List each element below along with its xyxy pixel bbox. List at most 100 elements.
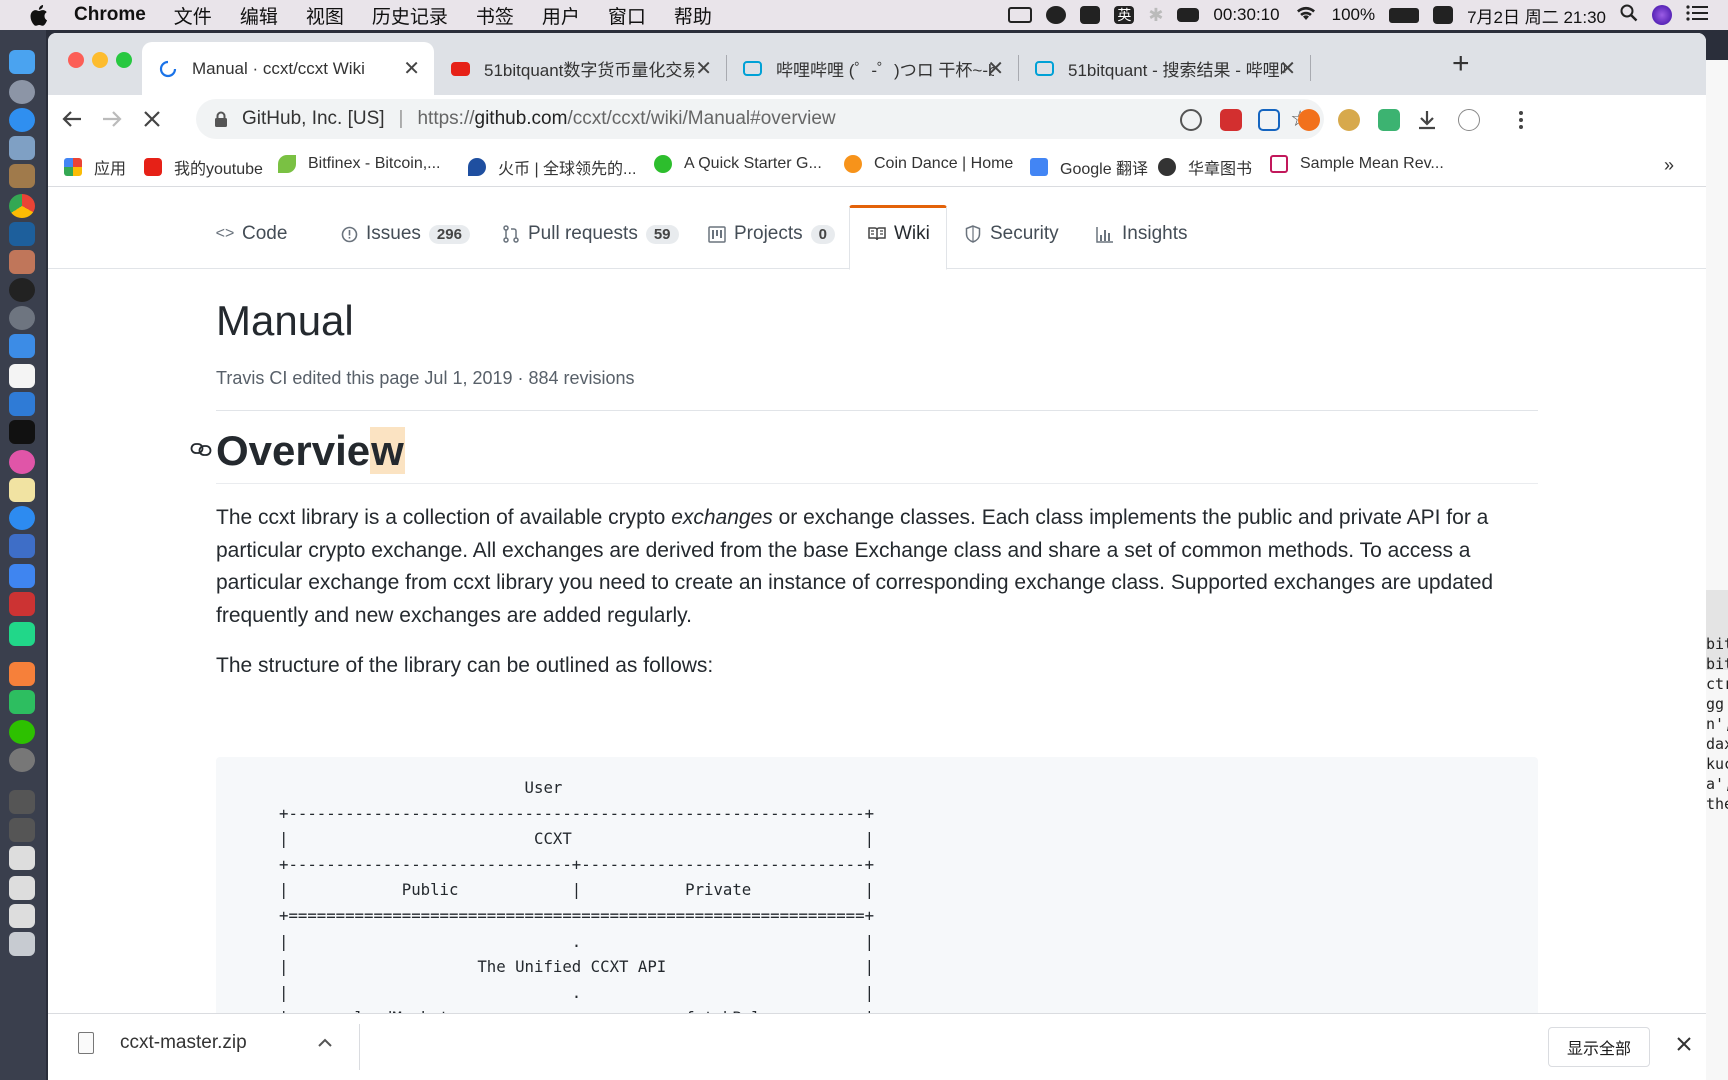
pycharm-icon[interactable] <box>9 622 35 646</box>
menu-app-name[interactable]: Chrome <box>74 4 146 26</box>
screen-record-icon[interactable] <box>1008 7 1033 23</box>
sourcetree-icon[interactable] <box>9 222 35 246</box>
back-button[interactable] <box>56 103 88 135</box>
minimized-window-5-icon[interactable] <box>9 904 35 928</box>
calculator-icon[interactable] <box>9 250 35 274</box>
chrome-menu-icon[interactable] <box>1510 109 1532 131</box>
bluetooth-icon[interactable]: ✱ <box>1148 5 1163 26</box>
bookmark-quick-starter[interactable]: A Quick Starter G... <box>654 155 822 173</box>
timer-readout[interactable]: 00:30:10 <box>1213 5 1279 25</box>
menu-file[interactable]: 文件 <box>174 2 212 29</box>
tab-code[interactable]: <> Code <box>216 216 288 252</box>
anchor-link-icon[interactable] <box>190 440 214 458</box>
menu-help[interactable]: 帮助 <box>674 2 712 29</box>
minimized-window-3-icon[interactable] <box>9 846 35 870</box>
menu-view[interactable]: 视图 <box>306 2 344 29</box>
input-method-icon[interactable]: 英 <box>1114 6 1135 24</box>
wifi-icon[interactable] <box>1294 4 1318 27</box>
window-minimize-button[interactable] <box>92 52 108 68</box>
download-icon[interactable] <box>1416 109 1438 131</box>
minimized-window-2-icon[interactable] <box>9 818 35 842</box>
system-preferences-icon[interactable] <box>9 306 35 330</box>
bookmark-sample-mean[interactable]: Sample Mean Rev... <box>1270 155 1444 173</box>
battery-icon[interactable] <box>1389 7 1420 23</box>
extension-shield-icon[interactable] <box>1378 109 1400 131</box>
close-shelf-icon[interactable] <box>1676 1032 1692 1058</box>
safari-icon[interactable] <box>9 108 35 132</box>
spotlight-search-icon[interactable] <box>1620 4 1638 27</box>
menu-bookmarks[interactable]: 书签 <box>476 2 514 29</box>
bookmark-huobi[interactable]: 火币 | 全球领先的... <box>468 155 636 179</box>
extension-lifebuoy-icon[interactable] <box>1298 109 1320 131</box>
show-all-downloads-button[interactable]: 显示全部 <box>1548 1027 1651 1067</box>
minimized-window-4-icon[interactable] <box>9 876 35 900</box>
tab-bilibili-home[interactable]: 哔哩哔哩 (゜-゜)つロ 干杯~-bili ✕ <box>726 42 1018 95</box>
evernote-icon[interactable] <box>9 690 35 714</box>
bookmark-huazhang[interactable]: 华章图书 <box>1158 155 1252 179</box>
tab-close-icon[interactable]: ✕ <box>987 56 1004 81</box>
siri-icon[interactable] <box>1652 5 1672 25</box>
baidu-netdisk-icon[interactable] <box>9 564 35 588</box>
trash-icon[interactable] <box>9 932 35 956</box>
bookmark-apps[interactable]: 应用 <box>64 155 126 179</box>
finder-icon[interactable] <box>9 50 35 74</box>
window-zoom-button[interactable] <box>116 52 132 68</box>
tab-wiki[interactable]: Wiki <box>868 216 930 252</box>
tab-close-icon[interactable]: ✕ <box>403 56 420 81</box>
tab-close-icon[interactable]: ✕ <box>695 56 712 81</box>
clock-datetime[interactable]: 7月2日 周二 21:30 <box>1467 3 1606 28</box>
extension-cookie-icon[interactable] <box>1338 109 1360 131</box>
chrome-icon[interactable] <box>9 194 35 218</box>
window-close-button[interactable] <box>68 52 84 68</box>
terminal-icon[interactable] <box>9 420 35 444</box>
bookmark-youtube[interactable]: 我的youtube <box>144 155 263 179</box>
stickies-icon[interactable] <box>9 478 35 502</box>
extension-checklist-icon[interactable] <box>1258 109 1280 131</box>
background-terminal-window[interactable]: bit bit ctr gg n', dax kuc a', the <box>1706 60 1728 1080</box>
extension-json-icon[interactable] <box>1180 109 1202 131</box>
profile-avatar-icon[interactable] <box>1458 109 1480 131</box>
minimized-window-1-icon[interactable] <box>9 790 35 814</box>
extension-fe-icon[interactable] <box>1220 109 1242 131</box>
tab-youtube-51bitquant[interactable]: 51bitquant数字货币量化交易 - Y ✕ <box>434 42 726 95</box>
menu-edit[interactable]: 编辑 <box>240 2 278 29</box>
itunes-icon[interactable] <box>9 450 35 474</box>
calendar-icon[interactable] <box>9 364 35 388</box>
battery-percent[interactable]: 100% <box>1332 5 1375 25</box>
lock-icon[interactable] <box>214 111 228 127</box>
download-item[interactable]: ccxt-master.zip <box>78 1032 247 1054</box>
tab-issues[interactable]: Issues 296 <box>340 216 470 252</box>
sublime-icon[interactable] <box>9 662 35 686</box>
emoji-status-icon[interactable] <box>1046 6 1067 24</box>
forward-button[interactable] <box>96 103 128 135</box>
launchpad-icon[interactable] <box>9 80 35 104</box>
bookmark-coin-dance[interactable]: Coin Dance | Home <box>844 155 1013 173</box>
tab-ccxt-manual[interactable]: Manual · ccxt/ccxt Wiki ✕ <box>142 42 434 95</box>
bookmark-bitfinex[interactable]: Bitfinex - Bitcoin,... <box>278 155 441 173</box>
sogou-input-icon[interactable] <box>1433 6 1454 24</box>
xcode-icon[interactable] <box>9 334 35 358</box>
obs-icon[interactable] <box>9 748 35 772</box>
menu-people[interactable]: 用户 <box>542 2 580 29</box>
stop-loading-button[interactable] <box>136 103 168 135</box>
menu-history[interactable]: 历史记录 <box>372 2 448 29</box>
parallels-icon[interactable] <box>9 592 35 616</box>
preview-icon[interactable] <box>9 136 35 160</box>
wechat-icon[interactable] <box>9 720 35 744</box>
tab-security[interactable]: Security <box>964 216 1059 252</box>
bookmarks-overflow-icon[interactable]: » <box>1664 155 1674 176</box>
keynote-icon[interactable] <box>9 534 35 558</box>
notes-app-icon[interactable] <box>9 164 35 188</box>
bookmark-google-translate[interactable]: Google 翻译 <box>1030 155 1148 179</box>
tab-close-icon[interactable]: ✕ <box>1279 56 1296 81</box>
new-tab-button[interactable]: + <box>1452 47 1470 81</box>
tab-pull-requests[interactable]: Pull requests 59 <box>502 216 679 252</box>
tab-insights[interactable]: Insights <box>1096 216 1187 252</box>
address-bar[interactable]: GitHub, Inc. [US] | https://github.com/c… <box>196 99 1324 139</box>
tab-projects[interactable]: Projects 0 <box>708 216 835 252</box>
apple-logo-icon[interactable] <box>26 4 52 26</box>
menu-window[interactable]: 窗口 <box>608 2 646 29</box>
app-store-dev-icon[interactable] <box>9 392 35 416</box>
tab-bilibili-search[interactable]: 51bitquant - 搜索结果 - 哔哩哔哩 ✕ <box>1018 42 1310 95</box>
chevron-up-icon[interactable] <box>318 1032 332 1053</box>
